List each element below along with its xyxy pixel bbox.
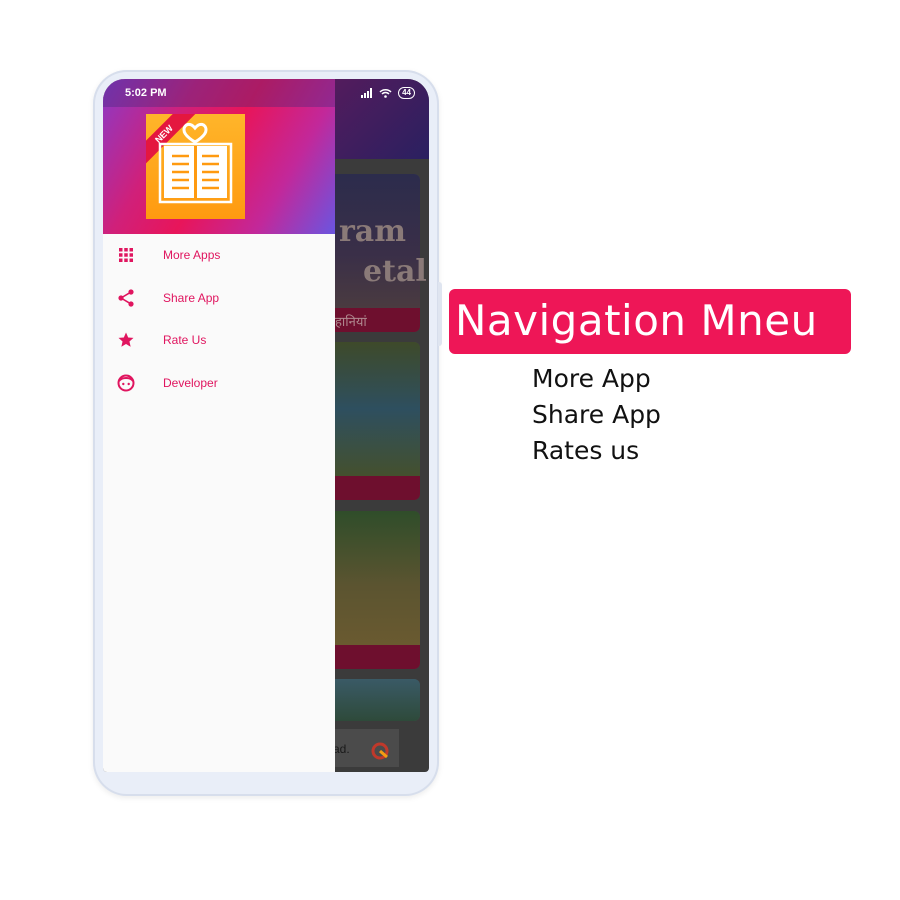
- book-heart-icon: [158, 122, 233, 204]
- menu-item-developer[interactable]: Developer: [103, 362, 335, 405]
- card-title-text: ram: [339, 214, 406, 249]
- app-logo: NEW: [146, 114, 245, 219]
- star-icon: [117, 331, 135, 349]
- menu-item-more-apps[interactable]: More Apps: [103, 234, 335, 277]
- page-title: Navigation Mneu: [455, 296, 818, 345]
- signal-icon: [361, 88, 373, 98]
- menu-item-share-app[interactable]: Share App: [103, 277, 335, 320]
- drawer-menu: More Apps Share App Rate Us Developer: [103, 234, 335, 404]
- phone-screen: ram etal हानियां ad. NEW More Apps Share…: [103, 79, 429, 772]
- card-caption: हानियां: [335, 315, 367, 330]
- battery-icon: 44: [398, 87, 415, 99]
- status-icons: 44: [361, 87, 415, 99]
- menu-item-label: Developer: [163, 375, 218, 390]
- face-icon: [117, 374, 135, 392]
- feature-item: Rates us: [532, 436, 640, 465]
- card-title-text-2: etal: [363, 254, 427, 289]
- status-time: 5:02 PM: [125, 87, 167, 99]
- phone-side-button: [438, 282, 442, 346]
- share-icon: [117, 289, 135, 307]
- feature-item: More App: [532, 364, 651, 393]
- wifi-icon: [379, 89, 392, 98]
- menu-item-label: Rate Us: [163, 333, 207, 348]
- menu-item-label: Share App: [163, 290, 220, 305]
- ad-choices-icon[interactable]: [370, 741, 390, 761]
- grid-icon: [117, 246, 135, 264]
- menu-item-rate-us[interactable]: Rate Us: [103, 319, 335, 362]
- menu-item-label: More Apps: [163, 248, 221, 263]
- navigation-drawer: NEW More Apps Share App Rate Us Develope…: [103, 79, 335, 772]
- ad-text: ad.: [333, 742, 350, 756]
- feature-item: Share App: [532, 400, 661, 429]
